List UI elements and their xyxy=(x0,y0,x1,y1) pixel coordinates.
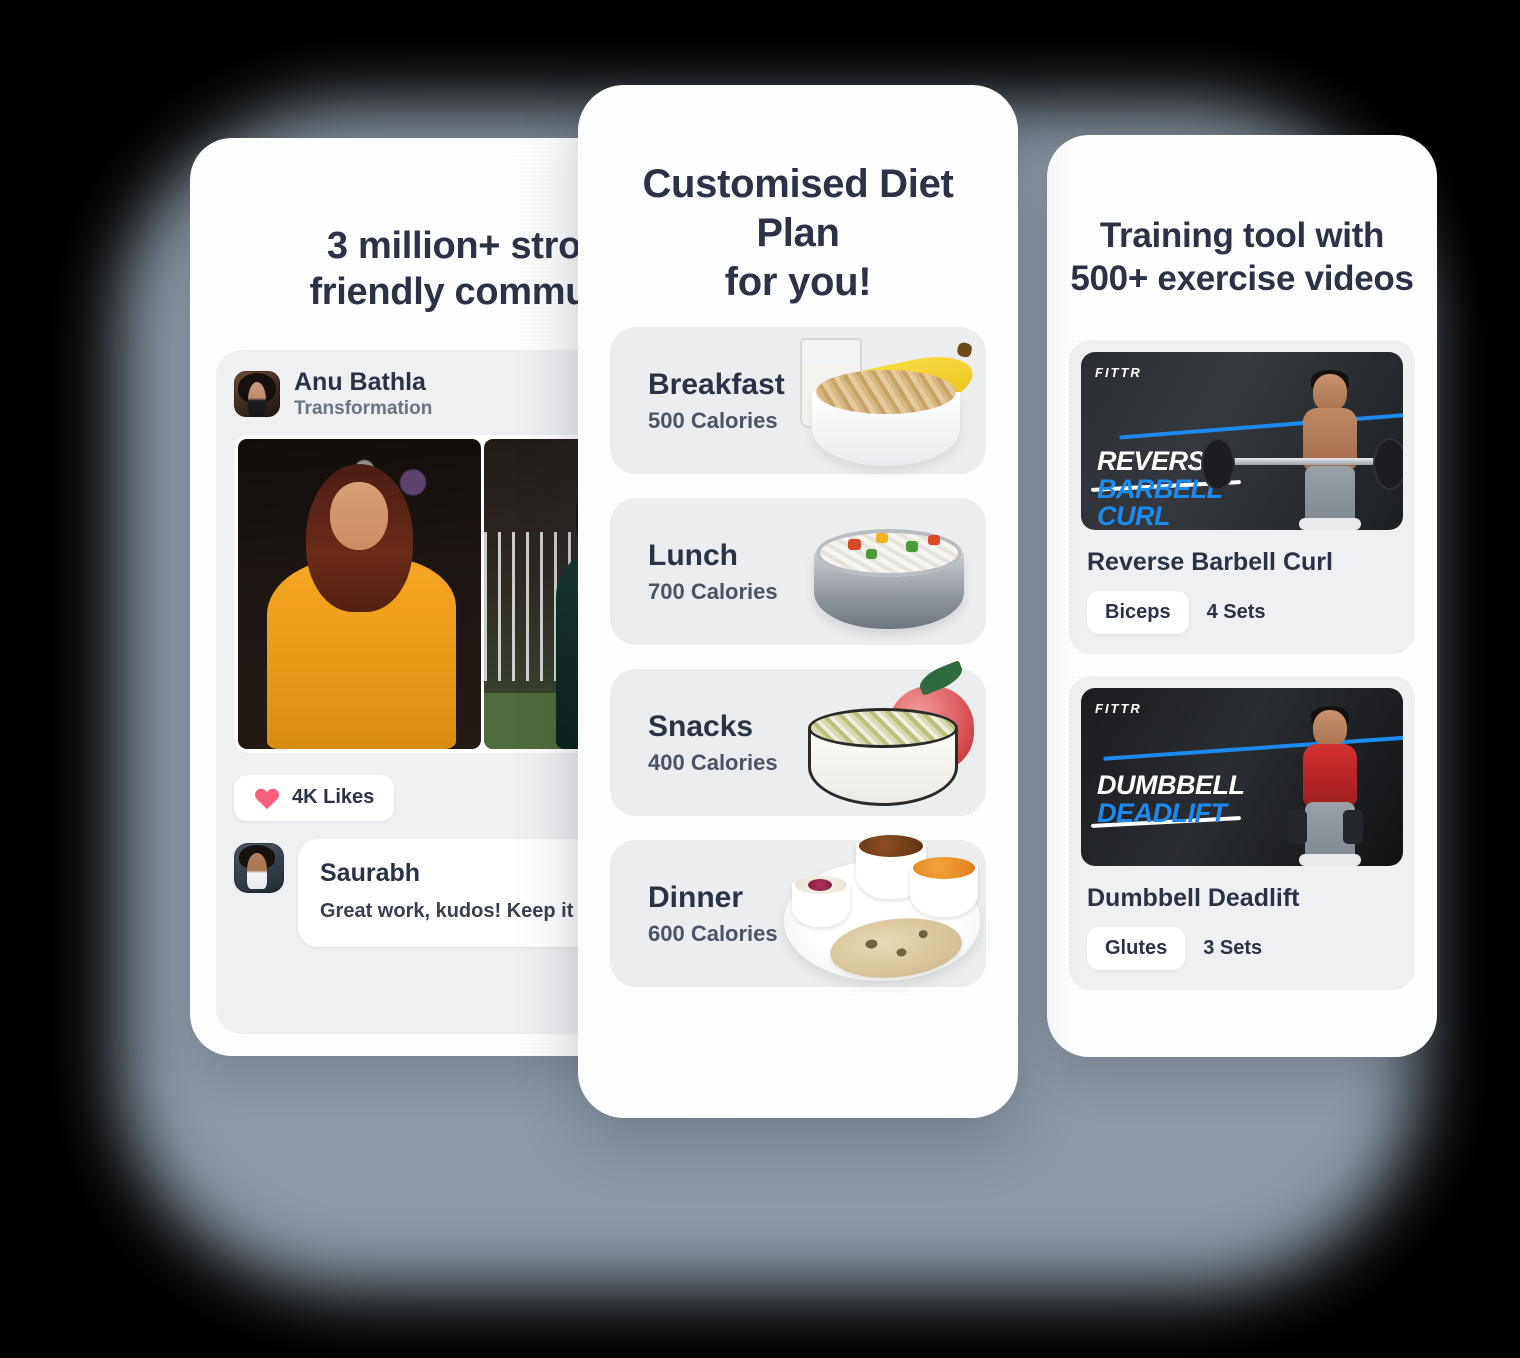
diet-heading: Customised Diet Plan for you! xyxy=(642,162,954,304)
likes-badge[interactable]: 4K Likes xyxy=(234,774,395,821)
meal-name: Lunch xyxy=(648,538,738,572)
before-photo[interactable] xyxy=(238,438,481,749)
muscle-chip[interactable]: Glutes xyxy=(1087,927,1186,970)
meal-name: Dinner xyxy=(648,880,744,914)
meal-text: Lunch 700 Calories xyxy=(648,539,778,605)
meal-text: Snacks 400 Calories xyxy=(648,710,778,776)
meal-item-dinner[interactable]: Dinner 600 Calories xyxy=(610,835,986,987)
post-author-name: Anu Bathla xyxy=(294,368,426,396)
exercise-list: FITTR REVERSE BARBELL CURL Reverse Barbe… xyxy=(1069,340,1415,1012)
thumbnail-title: DUMBBELL DEADLIFT xyxy=(1097,770,1245,828)
thali-plate-icon xyxy=(784,835,980,984)
meal-calories: 400 Calories xyxy=(648,749,778,775)
rice-bowl-icon xyxy=(814,529,964,629)
meal-item-lunch[interactable]: Lunch 700 Calories xyxy=(610,498,986,645)
meal-list: Breakfast 500 Calories Lunch 700 Calorie… xyxy=(610,327,986,1011)
fittr-logo: FITTR xyxy=(1095,701,1142,716)
sets-label: 3 Sets xyxy=(1203,937,1263,959)
sets-label: 4 Sets xyxy=(1206,601,1266,623)
meal-name: Snacks xyxy=(648,709,754,743)
meal-calories: 600 Calories xyxy=(648,920,778,946)
meal-item-breakfast[interactable]: Breakfast 500 Calories xyxy=(610,327,986,474)
dumbbell-deadlift-thumbnail[interactable]: FITTR DUMBBELL DEADLIFT xyxy=(1081,688,1403,866)
exercise-item[interactable]: FITTR REVERSE BARBELL CURL Reverse Barbe… xyxy=(1069,340,1415,654)
likes-label: 4K Likes xyxy=(292,786,375,809)
oatmeal-bowl-icon xyxy=(812,370,960,466)
meal-calories: 500 Calories xyxy=(648,407,778,433)
user-avatar[interactable] xyxy=(234,371,280,418)
curry-bowl-icon xyxy=(910,857,978,917)
reverse-barbell-curl-thumbnail[interactable]: FITTR REVERSE BARBELL CURL xyxy=(1081,352,1403,530)
screenshot-stage: 3 million+ strong, friendly community An… xyxy=(0,0,1520,1358)
roti-icon xyxy=(827,912,965,984)
diet-card: Customised Diet Plan for you! Breakfast … xyxy=(578,85,1018,1118)
exercise-name: Reverse Barbell Curl xyxy=(1087,548,1333,576)
lunch-food-image xyxy=(770,467,980,645)
exercise-name: Dumbbell Deadlift xyxy=(1087,884,1300,912)
meal-name: Breakfast xyxy=(648,367,785,401)
heart-icon xyxy=(255,788,279,809)
post-author-tag: Transformation xyxy=(294,398,433,419)
salad-bowl-icon xyxy=(792,876,850,927)
meal-text: Breakfast 500 Calories xyxy=(648,368,785,434)
training-heading: Training tool with 500+ exercise videos xyxy=(1070,216,1414,298)
exercise-item[interactable]: FITTR DUMBBELL DEADLIFT Dumbbell Deadlif… xyxy=(1069,676,1415,990)
commenter-avatar[interactable] xyxy=(234,842,284,893)
meal-calories: 700 Calories xyxy=(648,578,778,604)
meal-text: Dinner 600 Calories xyxy=(648,881,778,947)
athlete-figure xyxy=(1267,706,1399,866)
snacks-food-image xyxy=(770,638,980,816)
thumbnail-title-line3: CURL xyxy=(1097,501,1170,530)
athlete-figure xyxy=(1201,370,1403,530)
fittr-logo: FITTR xyxy=(1095,365,1142,380)
thumbnail-title-line1: DUMBBELL xyxy=(1097,770,1245,800)
breakfast-food-image xyxy=(770,296,980,474)
thumbnail-title-line2: DEADLIFT xyxy=(1097,797,1227,828)
exercise-meta: Glutes 3 Sets xyxy=(1087,927,1403,970)
training-card: Training tool with 500+ exercise videos … xyxy=(1047,135,1437,1057)
muscle-chip[interactable]: Biceps xyxy=(1087,591,1189,634)
dinner-food-image xyxy=(770,809,980,987)
sprouts-bowl-icon xyxy=(808,708,958,806)
exercise-meta: Biceps 4 Sets xyxy=(1087,591,1403,634)
meal-item-snacks[interactable]: Snacks 400 Calories xyxy=(610,660,986,816)
